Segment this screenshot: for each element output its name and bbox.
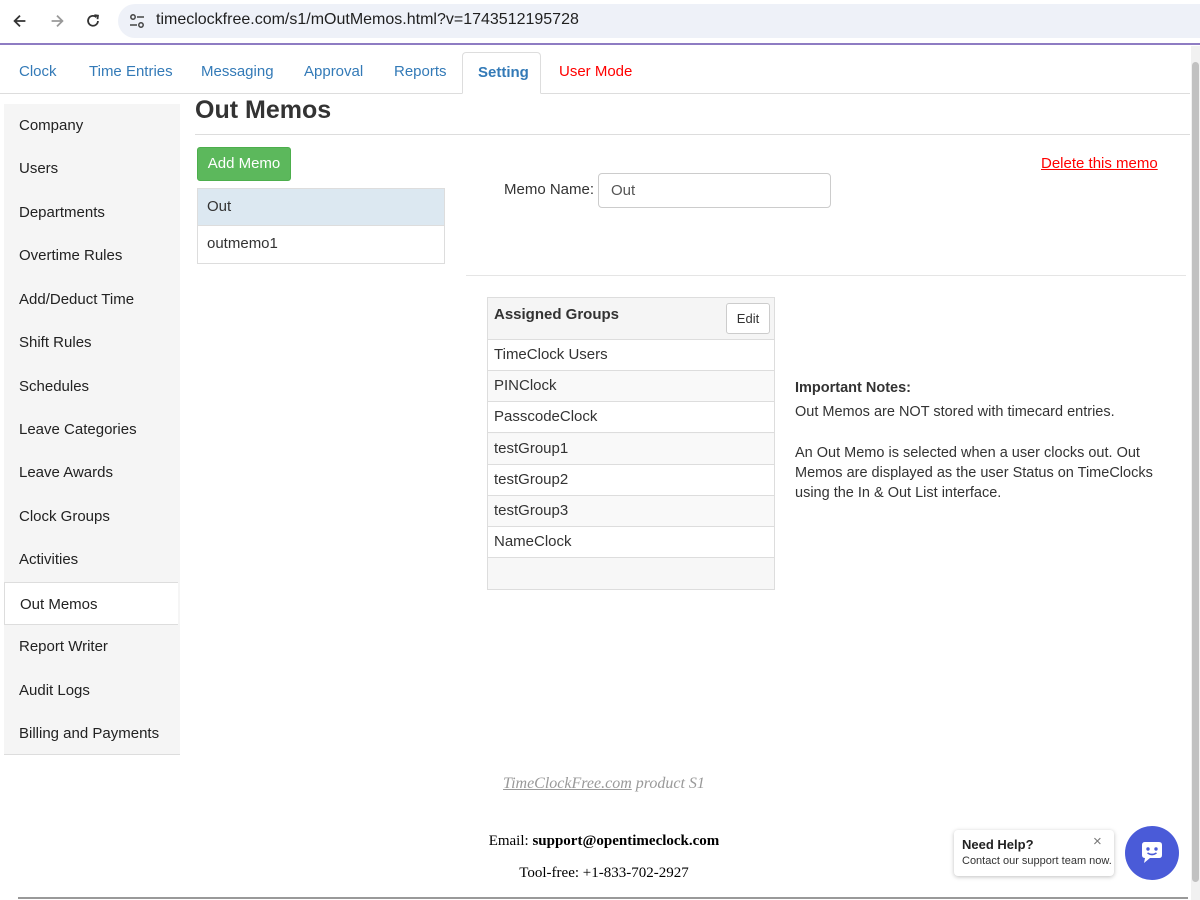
sidebar-item-audit-logs[interactable]: Audit Logs: [4, 669, 180, 712]
tab-setting[interactable]: Setting: [462, 52, 541, 94]
delete-memo-link[interactable]: Delete this memo: [1041, 155, 1158, 172]
sidebar-item-company[interactable]: Company: [4, 104, 180, 147]
sidebar-item-shift-rules[interactable]: Shift Rules: [4, 321, 180, 364]
tab-reports[interactable]: Reports: [379, 52, 462, 94]
group-row: PasscodeClock: [488, 402, 774, 433]
group-row: testGroup2: [488, 465, 774, 496]
forward-icon[interactable]: [45, 9, 69, 33]
tab-approval[interactable]: Approval: [289, 52, 378, 94]
scrollbar-thumb[interactable]: [1192, 62, 1199, 882]
browser-toolbar: timeclockfree.com/s1/mOutMemos.html?v=17…: [0, 0, 1200, 45]
tab-user-mode[interactable]: User Mode: [544, 52, 647, 94]
notes-paragraph: An Out Memo is selected when a user cloc…: [795, 445, 1153, 501]
tab-time-entries[interactable]: Time Entries: [74, 52, 188, 94]
memo-list-item[interactable]: outmemo1: [197, 226, 445, 264]
help-subtitle: Contact our support team now.: [962, 855, 1112, 867]
memo-name-field[interactable]: [598, 173, 831, 208]
footer-product: TimeClockFree.com product S1: [0, 775, 1200, 793]
email-label: Email:: [488, 833, 533, 849]
product-suffix: product S1: [631, 775, 705, 792]
sidebar-item-users[interactable]: Users: [4, 147, 180, 190]
sidebar-item-billing-and-payments[interactable]: Billing and Payments: [4, 712, 180, 755]
settings-sidebar: Company Users Departments Overtime Rules…: [4, 104, 180, 755]
memo-list-item[interactable]: Out: [197, 188, 445, 226]
page-title: Out Memos: [195, 96, 332, 124]
main-tabs: Clock Time Entries Messaging Approval Re…: [0, 46, 1190, 94]
assigned-groups-title: Assigned Groups: [494, 306, 620, 323]
notes-paragraph: Out Memos are NOT stored with timecard e…: [795, 404, 1115, 420]
sidebar-item-departments[interactable]: Departments: [4, 191, 180, 234]
chat-support-button[interactable]: [1125, 826, 1179, 880]
sidebar-item-activities[interactable]: Activities: [4, 538, 180, 581]
edit-groups-button[interactable]: Edit: [726, 303, 770, 334]
group-row: testGroup1: [488, 434, 774, 465]
memo-list: Out outmemo1: [197, 188, 445, 264]
sidebar-item-leave-awards[interactable]: Leave Awards: [4, 451, 180, 494]
sidebar-item-schedules[interactable]: Schedules: [4, 365, 180, 408]
sidebar-item-leave-categories[interactable]: Leave Categories: [4, 408, 180, 451]
group-row: NameClock: [488, 527, 774, 558]
back-icon[interactable]: [8, 9, 32, 33]
help-title: Need Help?: [962, 837, 1034, 852]
sidebar-item-add-deduct-time[interactable]: Add/Deduct Time: [4, 278, 180, 321]
assigned-groups-header: Assigned Groups Edit: [488, 298, 774, 340]
group-row: TimeClock Users: [488, 340, 774, 371]
reload-icon[interactable]: [81, 9, 105, 33]
chat-icon: [1142, 842, 1162, 863]
help-popup[interactable]: Need Help? Contact our support team now.…: [954, 830, 1114, 876]
close-icon[interactable]: ×: [1093, 833, 1102, 850]
url-text[interactable]: timeclockfree.com/s1/mOutMemos.html?v=17…: [156, 11, 579, 29]
sidebar-item-report-writer[interactable]: Report Writer: [4, 625, 180, 668]
tab-clock[interactable]: Clock: [4, 52, 72, 94]
tab-messaging[interactable]: Messaging: [186, 52, 289, 94]
important-notes: Important Notes: Out Memos are NOT store…: [795, 378, 1165, 524]
title-divider: [195, 134, 1190, 135]
bottom-divider: [18, 897, 1188, 899]
address-bar[interactable]: timeclockfree.com/s1/mOutMemos.html?v=17…: [118, 4, 1200, 38]
section-divider: [466, 275, 1186, 276]
group-row: PINClock: [488, 371, 774, 402]
sidebar-item-clock-groups[interactable]: Clock Groups: [4, 495, 180, 538]
memo-name-label: Memo Name:: [504, 181, 595, 198]
notes-title: Important Notes:: [795, 380, 911, 396]
add-memo-button[interactable]: Add Memo: [197, 147, 291, 181]
support-email: support@opentimeclock.com: [532, 833, 720, 849]
group-row: testGroup3: [488, 496, 774, 527]
site-settings-icon[interactable]: [128, 12, 146, 30]
product-link[interactable]: TimeClockFree.com: [503, 775, 632, 792]
sidebar-item-overtime-rules[interactable]: Overtime Rules: [4, 234, 180, 277]
sidebar-item-out-memos[interactable]: Out Memos: [4, 582, 178, 625]
assigned-groups-panel: Assigned Groups Edit TimeClock Users PIN…: [487, 297, 775, 590]
